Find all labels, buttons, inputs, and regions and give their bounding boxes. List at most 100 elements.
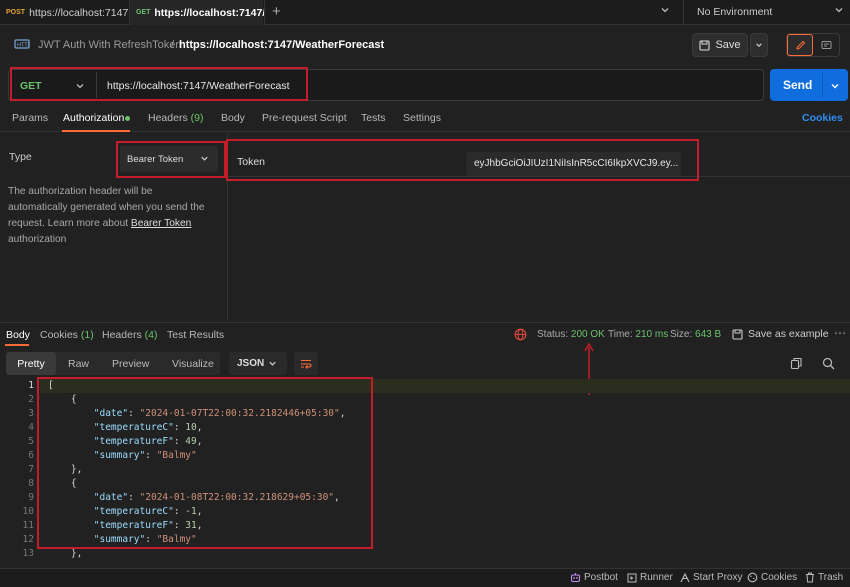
save-as-example-button[interactable]: Save as example <box>732 328 829 340</box>
send-button[interactable]: Send <box>770 69 848 101</box>
tab-url: https://localhost:7147/ <box>154 6 266 19</box>
format-select[interactable]: JSON <box>229 352 287 375</box>
postbot-icon <box>570 573 581 583</box>
view-visualize-button[interactable]: Visualize <box>172 358 214 370</box>
response-tab-headers[interactable]: Headers (4) <box>102 329 157 341</box>
highlight-box-token <box>226 139 699 181</box>
response-time[interactable]: Time: 210 ms <box>608 329 668 340</box>
auth-description-tail: authorization <box>8 234 67 245</box>
tab-method: GET <box>136 9 151 16</box>
status-bar: Postbot Runner Start Proxy Cookies Trash <box>0 568 850 587</box>
trash-label: Trash <box>818 572 844 583</box>
pencil-icon <box>795 40 805 50</box>
runner-label: Runner <box>640 572 673 583</box>
docs-button[interactable] <box>813 34 839 56</box>
request-header: HTTP JWT Auth With RefreshToken / https:… <box>0 28 850 62</box>
line-number: 12 <box>22 534 34 545</box>
response-tab-body[interactable]: Body <box>6 329 30 341</box>
response-status[interactable]: Status: 200 OK <box>537 329 605 340</box>
format-value: JSON <box>237 358 265 369</box>
response-tabs: Body Cookies (1) Headers (4) Test Result… <box>0 322 850 346</box>
wrap-lines-icon <box>301 359 312 369</box>
chevron-down-icon <box>756 43 762 47</box>
highlight-box-url <box>10 67 308 101</box>
runner-button[interactable]: Runner <box>627 572 673 583</box>
tab-tests[interactable]: Tests <box>361 112 386 124</box>
response-tab-test-results[interactable]: Test Results <box>167 329 224 341</box>
proxy-icon <box>680 572 690 582</box>
http-request-icon: HTTP <box>14 37 32 54</box>
collection-name[interactable]: JWT Auth With RefreshToken <box>38 39 181 51</box>
response-size[interactable]: Size: 643 B <box>670 329 721 340</box>
line-number: 9 <box>28 492 34 503</box>
status-label: Status: <box>537 329 569 340</box>
runner-icon <box>627 573 637 582</box>
postbot-label: Postbot <box>584 572 618 583</box>
chevron-down-icon <box>268 359 277 371</box>
line-number: 5 <box>28 436 34 447</box>
tab-pre-request-script[interactable]: Pre-request Script <box>262 112 347 124</box>
new-tab-button[interactable]: + <box>272 3 281 20</box>
highlight-box-auth-type <box>116 141 226 178</box>
tab-body[interactable]: Body <box>221 112 245 124</box>
size-value: 643 B <box>695 329 722 340</box>
save-label: Save <box>715 39 741 51</box>
response-toolbar: Pretty Raw Preview Visualize JSON <box>0 350 850 378</box>
line-number: 10 <box>22 506 34 517</box>
response-tab-cookies-label: Cookies <box>40 329 78 341</box>
environment-chevron-icon[interactable] <box>834 5 844 18</box>
highlight-box-response <box>37 377 373 549</box>
environment-selector[interactable]: No Environment <box>697 6 772 18</box>
line-number: 1 <box>28 380 34 391</box>
tab-params[interactable]: Params <box>12 112 48 124</box>
line-number: 3 <box>28 408 34 419</box>
tab-authorization[interactable]: Authorization <box>63 112 124 124</box>
tab-settings[interactable]: Settings <box>403 112 441 124</box>
response-tab-cookies[interactable]: Cookies (1) <box>40 329 94 341</box>
comment-icon <box>821 40 832 49</box>
tab-method: POST <box>6 9 26 16</box>
cookie-icon <box>747 572 758 583</box>
line-number: 6 <box>28 450 34 461</box>
save-icon <box>699 39 711 51</box>
start-proxy-label: Start Proxy <box>693 572 743 583</box>
cookies-link[interactable]: Cookies <box>802 112 843 124</box>
cookies-button[interactable]: Cookies <box>747 572 797 583</box>
line-number: 2 <box>28 394 34 405</box>
cookies-label: Cookies <box>761 572 798 583</box>
save-as-example-label: Save as example <box>748 328 829 340</box>
response-tab-headers-label: Headers <box>102 329 142 341</box>
line-number: 4 <box>28 422 34 433</box>
edit-mode-button[interactable] <box>787 34 814 56</box>
breadcrumb-separator: / <box>171 39 175 51</box>
view-preview-button[interactable]: Preview <box>112 358 149 370</box>
auth-type-label: Type <box>9 151 32 163</box>
request-name[interactable]: https://localhost:7147/WeatherForecast <box>179 39 384 51</box>
tab-post-localhost[interactable]: POST https://localhost:7147 <box>0 0 128 25</box>
view-pretty-button[interactable]: Pretty <box>6 352 56 375</box>
send-label: Send <box>783 78 813 92</box>
tab-get-localhost[interactable]: GET https://localhost:7147/ <box>130 0 266 25</box>
start-proxy-button[interactable]: Start Proxy <box>680 572 742 583</box>
time-label: Time: <box>608 329 633 340</box>
bearer-token-link[interactable]: Bearer Token <box>131 218 191 229</box>
active-tab-indicator <box>5 344 29 346</box>
tab-overflow-chevron-icon[interactable] <box>660 5 670 18</box>
save-button[interactable]: Save <box>692 33 748 57</box>
active-tab-indicator <box>62 130 130 132</box>
copy-icon[interactable] <box>790 357 803 373</box>
save-options-button[interactable] <box>750 33 768 57</box>
search-icon[interactable] <box>822 357 835 373</box>
globe-icon[interactable] <box>514 328 527 344</box>
send-options-chevron-icon[interactable] <box>830 80 840 94</box>
line-number: 11 <box>22 520 34 531</box>
trash-button[interactable]: Trash <box>805 572 843 583</box>
wrap-lines-button[interactable] <box>294 352 318 375</box>
trash-icon <box>806 572 814 583</box>
view-raw-button[interactable]: Raw <box>68 358 89 370</box>
line-number: 7 <box>28 464 34 475</box>
more-options-icon[interactable]: ⋯ <box>834 326 846 340</box>
response-tab-cookies-count: (1) <box>80 329 94 341</box>
tab-headers[interactable]: Headers (9) <box>148 112 203 124</box>
postbot-button[interactable]: Postbot <box>570 572 618 583</box>
